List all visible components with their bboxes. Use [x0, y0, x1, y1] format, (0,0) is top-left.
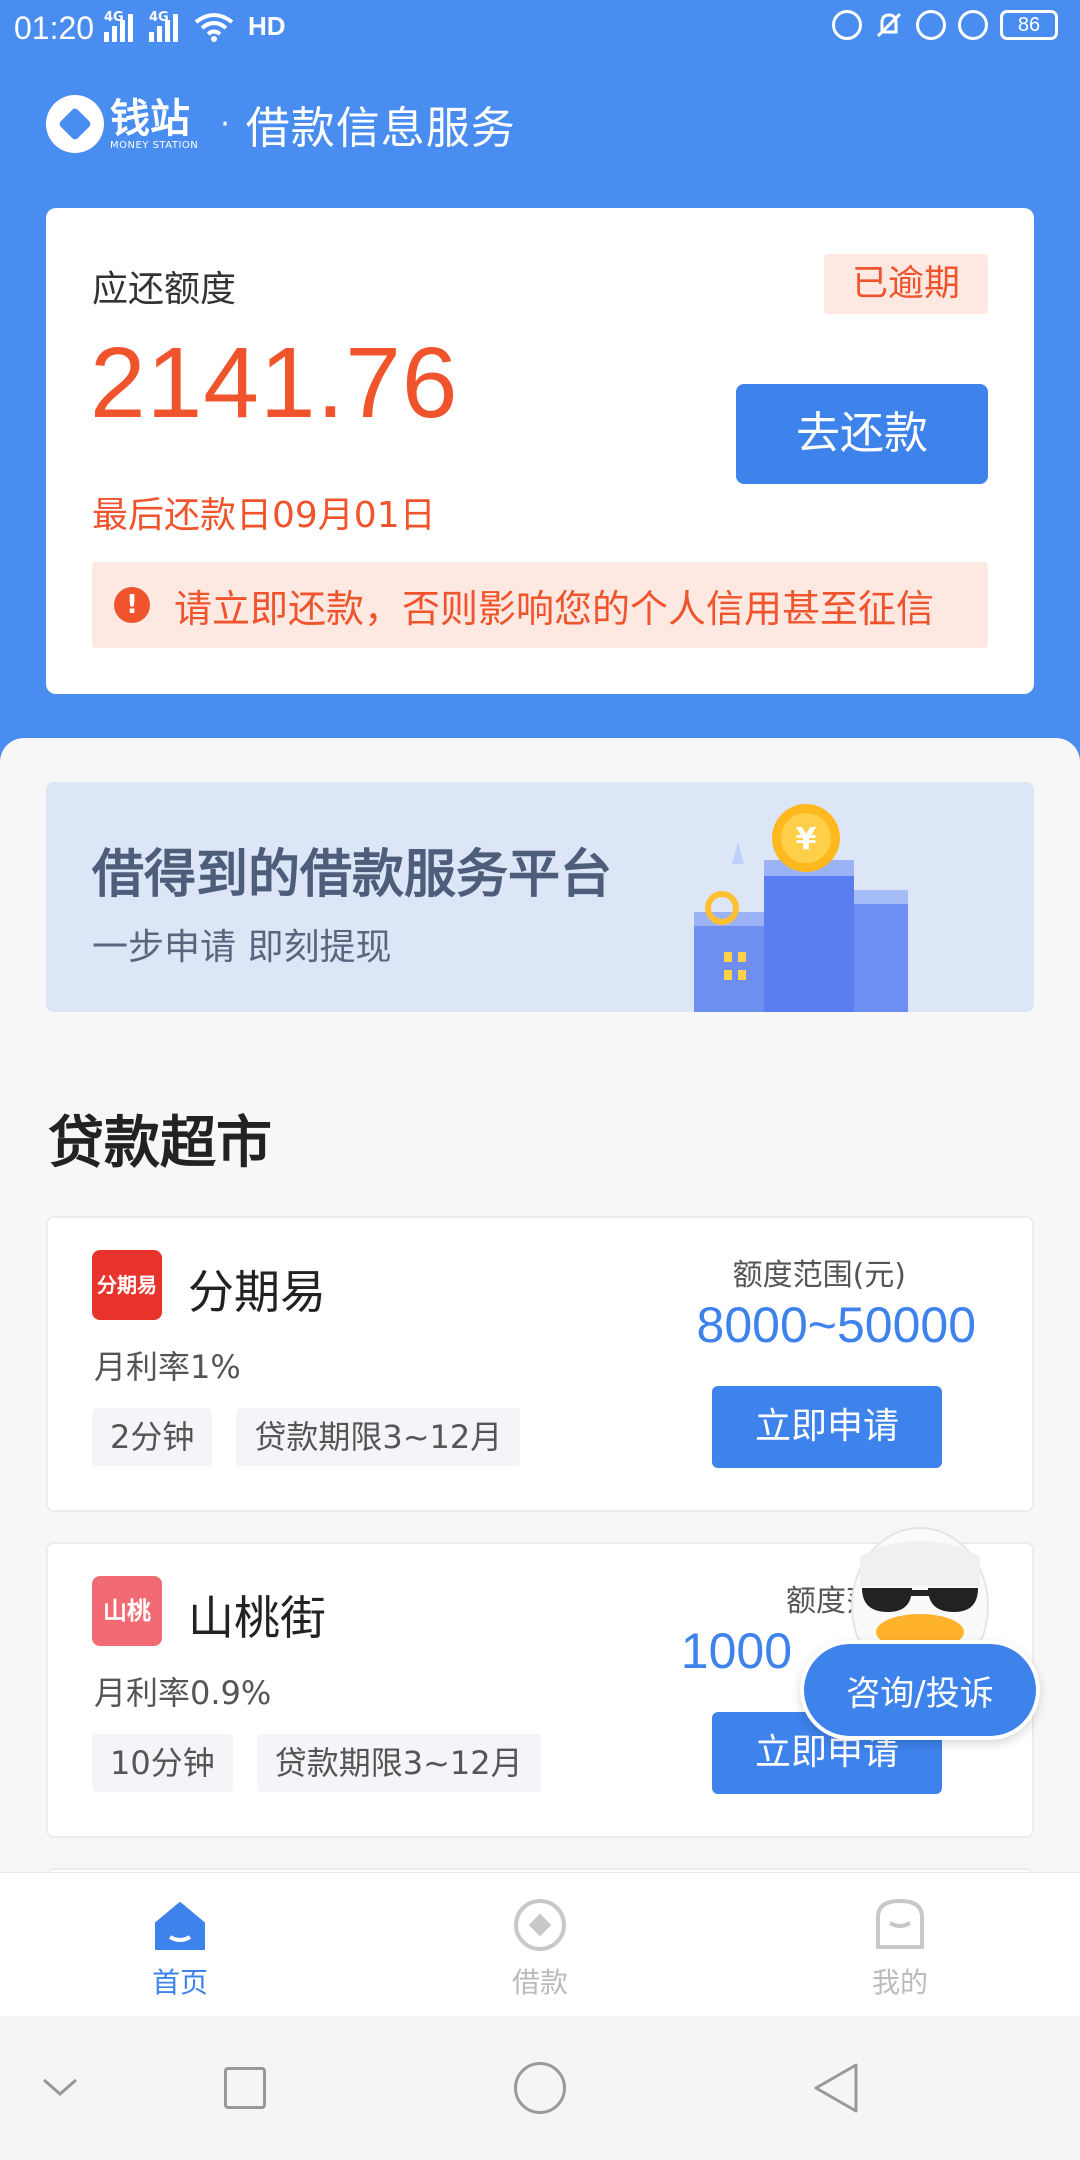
- brand-logo-icon: [46, 95, 104, 153]
- collapse-icon[interactable]: [30, 2016, 90, 2160]
- loan-tags: 2分钟 贷款期限3~12月: [92, 1408, 521, 1466]
- loan-range: 8000~50000: [696, 1297, 976, 1353]
- loan-icon: [514, 1899, 566, 1951]
- loan-name: 分期易: [188, 1265, 326, 1319]
- back-icon[interactable]: [800, 2016, 870, 2160]
- brand-header: 钱站 MONEY STATION · 借款信息服务: [46, 92, 516, 156]
- data-saver-icon: [832, 10, 862, 40]
- lock-rotation-icon: [916, 10, 946, 40]
- home-icon: [155, 1902, 205, 1950]
- page-title: 借款信息服务: [245, 103, 516, 154]
- repayment-label: 应还额度: [92, 269, 237, 310]
- tab-mine[interactable]: 我的: [720, 1873, 1080, 2016]
- alarm-icon: [958, 10, 988, 40]
- home-nav-icon[interactable]: [504, 2016, 576, 2160]
- recent-apps-icon[interactable]: [210, 2016, 280, 2160]
- mute-bell-icon: [876, 12, 902, 38]
- status-badge: 已逾期: [824, 254, 988, 314]
- signal-icon: 4G: [149, 10, 178, 42]
- banner-title: 借得到的借款服务平台: [92, 845, 613, 905]
- tab-loan[interactable]: 借款: [360, 1873, 720, 2016]
- loan-tag: 贷款期限3~12月: [256, 1734, 541, 1792]
- status-right-icons: 86: [832, 10, 1058, 40]
- brand-logo-subtitle: MONEY STATION: [110, 139, 199, 151]
- loan-tag: 贷款期限3~12月: [236, 1408, 521, 1466]
- section-title: 贷款超市: [48, 1111, 272, 1176]
- tab-label: 借款: [511, 1966, 568, 1999]
- status-time: 01:20: [14, 10, 95, 46]
- repayment-card: 应还额度 已逾期 2141.76 去还款 最后还款日09月01日 ! 请立即还款…: [46, 208, 1034, 694]
- promo-banner[interactable]: 借得到的借款服务平台 一步申请 即刻提现 ¥: [46, 782, 1034, 1012]
- brand-separator: ·: [220, 106, 230, 142]
- loan-name: 山桃街: [188, 1591, 326, 1645]
- loan-tag: 2分钟: [92, 1408, 213, 1466]
- battery-icon: 86: [1000, 10, 1058, 40]
- warning-bar: ! 请立即还款，否则影响您的个人信用甚至征信: [92, 562, 988, 648]
- loan-rate: 月利率1%: [94, 1348, 241, 1386]
- loan-tag: 10分钟: [92, 1734, 233, 1792]
- system-nav-bar: [0, 2016, 1080, 2160]
- signal-icon: 4G: [104, 10, 133, 42]
- loan-rate: 月利率0.9%: [94, 1674, 272, 1712]
- status-bar: 01:20 4G 4G HD 86: [0, 0, 1080, 56]
- loan-card[interactable]: 分期易 分期易 月利率1% 2分钟 贷款期限3~12月 额度范围(元) 8000…: [46, 1216, 1034, 1512]
- apply-button[interactable]: 立即申请: [712, 1386, 942, 1468]
- bottom-tab-bar: 首页 借款 我的: [0, 1872, 1080, 2016]
- loan-logo-icon: 分期易: [92, 1250, 162, 1320]
- consult-complaint-button[interactable]: 咨询/投诉: [800, 1640, 1040, 1740]
- profile-icon: [876, 1898, 924, 1949]
- loan-range: 1000: [680, 1623, 792, 1679]
- alert-icon: !: [114, 587, 150, 623]
- repay-button[interactable]: 去还款: [736, 384, 988, 484]
- status-signal-group: 4G 4G HD: [104, 8, 286, 42]
- loan-logo-icon: 山桃: [92, 1576, 162, 1646]
- loan-range-label: 额度范围(元): [732, 1258, 906, 1293]
- hd-icon: HD: [248, 11, 286, 41]
- due-date: 最后还款日09月01日: [92, 495, 436, 536]
- brand-logo: 钱站 MONEY STATION: [46, 95, 198, 153]
- warning-text: 请立即还款，否则影响您的个人信用甚至征信: [174, 586, 935, 631]
- loan-tags: 10分钟 贷款期限3~12月: [92, 1734, 541, 1792]
- wifi-icon: [194, 13, 234, 42]
- svg-text:¥: ¥: [796, 822, 817, 857]
- tab-label: 首页: [151, 1966, 208, 1999]
- building-coin-illustration: ¥: [694, 804, 908, 1012]
- repayment-amount: 2141.76: [90, 327, 459, 439]
- brand-logo-name: 钱站: [110, 95, 190, 142]
- tab-label: 我的: [871, 1966, 928, 1999]
- banner-subtitle: 一步申请 即刻提现: [92, 927, 392, 968]
- tab-home[interactable]: 首页: [0, 1873, 360, 2016]
